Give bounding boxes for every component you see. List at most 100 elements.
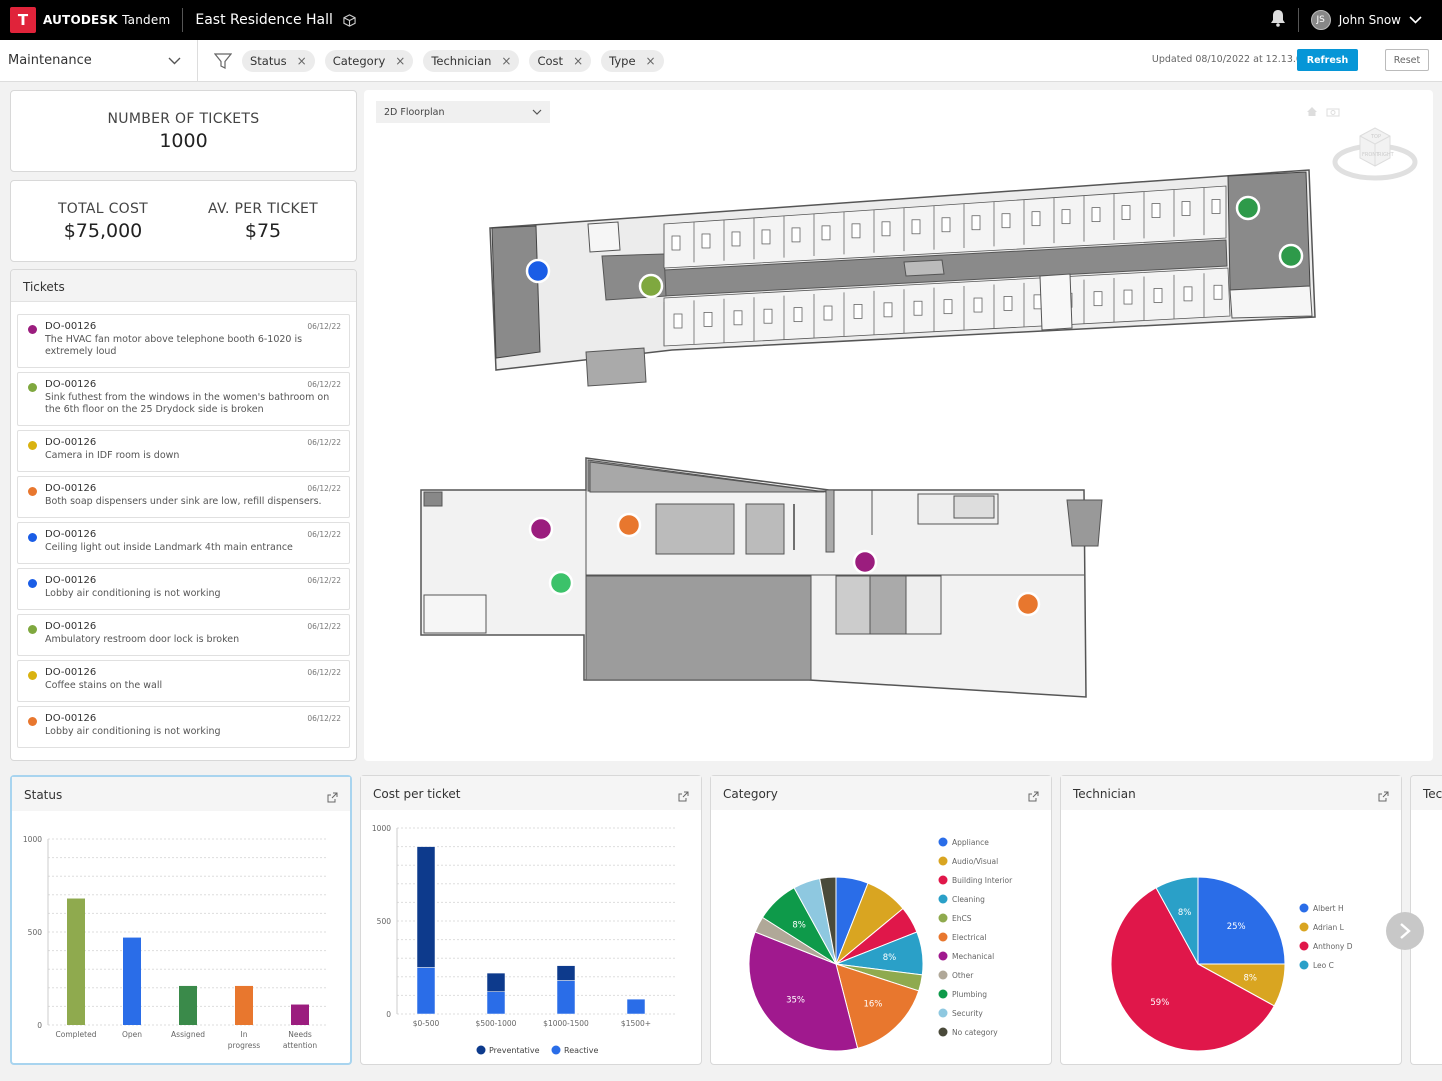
ticket-marker-olive[interactable] [638,273,664,299]
technician-panel[interactable]: Technician 25% 8% 59% 8% Albert H Adrian L Ant… [1060,775,1402,1065]
ticket-description: Lobby air conditioning is not working [45,588,221,599]
external-link-icon[interactable] [1028,787,1039,806]
ticket-status-dot [28,533,37,542]
legend-label: Mechanical [952,952,994,961]
ticket-description: Sink futhest from the windows in the wom… [45,392,330,415]
ticket-marker-green[interactable] [1235,195,1261,221]
legend-label: Preventative [489,1046,540,1055]
bar-reactive-0[interactable] [416,967,436,1015]
status-panel[interactable]: Status 1000 500 0 Completed Open Assigned In pr… [10,775,352,1065]
technician-pie-chart[interactable]: 25% 8% 59% 8% Albert H Adrian L Anthony D Leo C [1061,812,1401,1062]
chevron-down-icon[interactable] [1409,16,1422,24]
external-link-icon[interactable] [1378,787,1389,806]
avg-cost-label: AV. PER TICKET [207,201,319,217]
filter-chip-cost[interactable]: Cost × [529,49,592,72]
ticket-item[interactable]: DO-00126 06/12/22 Lobby air conditioning i… [17,706,350,748]
ticket-marker-purple[interactable] [852,549,878,575]
legend-dot [938,1027,948,1037]
bar-reactive-3[interactable] [626,998,646,1015]
ticket-marker-green[interactable] [548,570,574,596]
bar-completed[interactable] [67,898,85,1025]
room-fixture [761,229,771,245]
notification-bell-icon[interactable] [1270,9,1286,31]
room-fixture [973,297,983,313]
y-tick-label: 1000 [23,835,42,844]
cost-stacked-bar-chart[interactable]: 1000 500 0 $0-500 $500-1000 $1000-1500 $1500+ P… [361,812,701,1062]
user-avatar[interactable]: JS [1310,10,1331,30]
room-fixture [1183,286,1193,302]
filter-chip-type[interactable]: Type × [601,49,664,72]
room-fixture [673,313,683,329]
bar-reactive-2[interactable] [556,980,576,1015]
ticket-item[interactable]: DO-00126 06/12/22 Coffee stains on the wal… [17,660,350,702]
ticket-item[interactable]: DO-00126 06/12/22 Both soap dispensers und… [17,476,350,518]
ticket-date: 06/12/22 [307,576,341,585]
bar-in-progress[interactable] [235,985,253,1025]
ticket-marker-purple[interactable] [528,516,554,542]
bar-preventative-2[interactable] [556,965,576,981]
legend-label: Reactive [564,1046,599,1055]
bar-needs-attention[interactable] [291,1004,309,1025]
close-icon[interactable]: × [297,54,307,68]
ticket-id: DO-00126 [45,713,97,724]
ticket-id: DO-00126 [45,437,97,448]
ticket-marker-blue[interactable] [525,258,551,284]
floorplan-viewer[interactable]: 2D Floorplan TOP FRONT RIGHT [364,90,1433,761]
category-pie-chart[interactable]: 8% 16% 35% 8% Appliance Audio/Visual Building … [711,812,1051,1062]
avg-cost-group: AV. PER TICKET $75 [193,201,333,242]
next-panel-button[interactable] [1386,912,1424,950]
filter-chip-status[interactable]: Status × [242,49,315,72]
pie-slice-albert-h[interactable] [1197,876,1286,965]
filter-funnel-icon[interactable] [214,52,232,70]
external-link-icon[interactable] [327,788,338,807]
legend-label: Adrian L [1313,923,1345,932]
ticket-marker-green[interactable] [1278,243,1304,269]
reset-button[interactable]: Reset [1385,49,1429,71]
close-icon[interactable]: × [395,54,405,68]
ticket-count-value: 1000 [159,130,208,152]
ticket-item[interactable]: DO-00126 06/12/22 Sink futhest from the wi… [17,372,350,426]
legend-label: Audio/Visual [952,857,998,866]
lower-floor [420,457,1103,698]
ticket-item[interactable]: DO-00126 06/12/22 The HVAC fan motor above… [17,314,350,368]
category-panel[interactable]: Category 8% 16% 35% 8% Appliance Audio/Visual… [710,775,1052,1065]
room-fixture [1031,211,1041,227]
pie-value-label: 8% [1243,973,1257,983]
floorplan-drawing[interactable] [364,90,1433,761]
filter-chip-technician[interactable]: Technician × [423,49,520,72]
avg-cost-value: $75 [244,220,282,242]
close-icon[interactable]: × [646,54,656,68]
bar-assigned[interactable] [179,985,197,1025]
external-link-icon[interactable] [678,787,689,806]
bar-open[interactable] [123,937,141,1025]
room-fixture [851,223,861,239]
legend-dot [938,932,948,942]
model-cube-icon[interactable] [343,13,356,27]
ticket-marker-orange[interactable] [1015,591,1041,617]
ticket-item[interactable]: DO-00126 06/12/22 Ceiling light out inside… [17,522,350,564]
ticket-item[interactable]: DO-00126 06/12/22 Lobby air conditioning i… [17,568,350,610]
topbar-right: JS John Snow [1270,0,1422,40]
close-icon[interactable]: × [501,54,511,68]
top-bar: T AUTODESK Tandem East Residence Hall JS… [0,0,1442,40]
legend-label: Security [952,1009,983,1018]
status-bar-chart[interactable]: 1000 500 0 Completed Open Assigned In progress N… [12,813,350,1063]
close-icon[interactable]: × [573,54,583,68]
ticket-item[interactable]: DO-00126 06/12/22 Ambulatory restroom door… [17,614,350,656]
view-dropdown[interactable]: Maintenance [0,39,198,82]
room-fixture [1153,288,1163,303]
ticket-item[interactable]: DO-00126 06/12/22 Camera in IDF room is do… [17,430,350,472]
filter-chip-category[interactable]: Category × [324,49,414,72]
room-fixture [671,235,681,251]
refresh-button[interactable]: Refresh [1297,49,1358,71]
project-name[interactable]: East Residence Hall [195,12,333,28]
brand-name: AUTODESK Tandem [43,13,170,27]
user-name[interactable]: John Snow [1339,13,1401,27]
bar-reactive-1[interactable] [486,991,506,1015]
ticket-marker-orange[interactable] [616,512,642,538]
total-cost-group: TOTAL COST $75,000 [33,201,173,242]
bar-preventative-0[interactable] [416,846,436,968]
bar-preventative-1[interactable] [486,972,506,992]
x-tick-label: Completed [56,1030,97,1039]
cost-panel[interactable]: Cost per ticket 1000 500 0 $0-500 $500-1000 $… [360,775,702,1065]
